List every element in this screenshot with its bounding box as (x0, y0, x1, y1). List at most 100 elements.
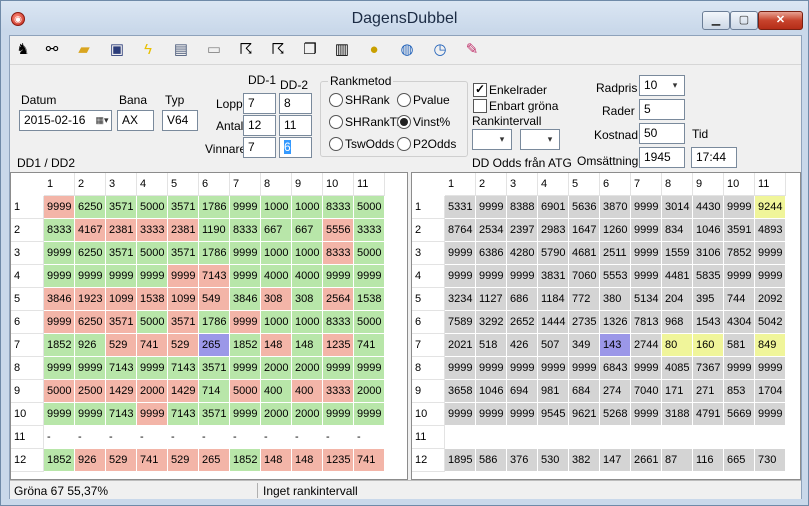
runner2-icon[interactable]: ☈ (268, 40, 288, 60)
minimize-button[interactable]: ▁ (702, 11, 730, 30)
column-header[interactable]: 10 (724, 173, 755, 196)
grid-cell[interactable]: - (354, 426, 385, 449)
grid-cell[interactable]: 2381 (106, 219, 137, 242)
column-header[interactable]: 7 (631, 173, 662, 196)
clock-icon[interactable]: ◷ (430, 40, 450, 60)
grid-cell[interactable]: 926 (75, 449, 106, 472)
grid-cell[interactable]: 9244 (755, 196, 786, 219)
grid-cell[interactable]: 9999 (476, 265, 507, 288)
grid-cell[interactable]: 694 (507, 380, 538, 403)
grid-cell[interactable]: 5636 (569, 196, 600, 219)
grid-cell[interactable]: - (168, 426, 199, 449)
dd1-table[interactable]: 1 2 3 4 5 6 7 8 9 10 11 1 9999 6250 3571 5000 3571 1786 99… (11, 173, 385, 472)
grid-cell[interactable]: 507 (538, 334, 569, 357)
grid-cell[interactable]: 5134 (631, 288, 662, 311)
grid-cell[interactable]: 1099 (106, 288, 137, 311)
grid-cell[interactable]: 5000 (354, 242, 385, 265)
grid-cell[interactable]: 9999 (507, 265, 538, 288)
grid-cell[interactable]: 3658 (445, 380, 476, 403)
lopp-dd1-field[interactable]: 7 (243, 93, 276, 114)
grid-cell[interactable]: 6901 (538, 196, 569, 219)
grid-cell[interactable]: 349 (569, 334, 600, 357)
grid-cell[interactable]: 3292 (476, 311, 507, 334)
grid-cell[interactable]: 5042 (755, 311, 786, 334)
column-header[interactable]: 9 (292, 173, 323, 196)
column-header[interactable]: 8 (261, 173, 292, 196)
radio-p2odds[interactable]: P2Odds (397, 137, 456, 151)
dd1-grid[interactable]: 1 2 3 4 5 6 7 8 9 10 11 1 9999 6250 3571 5000 3571 1786 99… (10, 172, 408, 480)
grid-cell[interactable]: 3571 (168, 196, 199, 219)
calendar-dropdown-icon[interactable]: ▦▾ (95, 113, 109, 128)
grid-cell[interactable]: 1647 (569, 219, 600, 242)
grid-cell[interactable]: 3591 (724, 219, 755, 242)
grid-cell[interactable]: 9999 (230, 242, 261, 265)
grid-cell[interactable]: 9999 (755, 265, 786, 288)
row-header[interactable]: 4 (412, 265, 445, 288)
grid-cell[interactable]: 1000 (261, 311, 292, 334)
save-icon[interactable]: ▣ (107, 40, 127, 60)
open-folder-icon[interactable]: ▰ (74, 40, 94, 60)
grid-cell[interactable]: 2511 (600, 242, 631, 265)
row-header[interactable]: 7 (11, 334, 44, 357)
grid-cell[interactable]: 9999 (538, 357, 569, 380)
grid-cell[interactable]: 1235 (323, 449, 354, 472)
grid-cell[interactable]: 1000 (261, 242, 292, 265)
grid-cell[interactable]: 2000 (292, 357, 323, 380)
grid-cell[interactable]: 9999 (44, 403, 75, 426)
vinnare-dd1-field[interactable]: 7 (243, 137, 276, 158)
grid-cell[interactable]: 5669 (724, 403, 755, 426)
grid-cell[interactable]: 8333 (323, 196, 354, 219)
grid-cell[interactable]: 7143 (199, 265, 230, 288)
column-header[interactable]: 3 (106, 173, 137, 196)
maximize-button[interactable]: ▢ (730, 11, 758, 30)
grid-cell[interactable]: 7040 (631, 380, 662, 403)
grid-cell[interactable]: 9545 (538, 403, 569, 426)
radio-pvalue[interactable]: Pvalue (397, 93, 450, 107)
row-header[interactable]: 12 (412, 449, 445, 472)
grid-cell[interactable]: 9999 (44, 357, 75, 380)
grid-cell[interactable]: 5000 (44, 380, 75, 403)
grid-cell[interactable]: 3571 (199, 357, 230, 380)
column-header[interactable]: 11 (354, 173, 385, 196)
grid-cell[interactable]: 3188 (662, 403, 693, 426)
grid-cell[interactable]: 400 (261, 380, 292, 403)
grid-cell[interactable]: 9999 (106, 265, 137, 288)
grid-cell[interactable]: 3870 (600, 196, 631, 219)
grid-cell[interactable]: 1235 (323, 334, 354, 357)
grid-cell[interactable]: 9999 (631, 403, 662, 426)
grid-cell[interactable] (569, 426, 600, 449)
grid-cell[interactable]: 968 (662, 311, 693, 334)
grid-cell[interactable]: 741 (137, 449, 168, 472)
grid-cell[interactable]: 1704 (755, 380, 786, 403)
grid-cell[interactable]: 5000 (137, 242, 168, 265)
grid-cell[interactable]: 1184 (538, 288, 569, 311)
row-header[interactable]: 10 (11, 403, 44, 426)
lightning-icon[interactable]: ϟ (138, 40, 158, 60)
grid-cell[interactable]: 2000 (354, 380, 385, 403)
grid-cell[interactable] (693, 426, 724, 449)
grid-cell[interactable]: 6250 (75, 242, 106, 265)
radio-tswodds[interactable]: TswOdds (329, 137, 394, 151)
grid-cell[interactable]: - (292, 426, 323, 449)
tid-field[interactable]: 17:44 (691, 147, 737, 168)
row-header[interactable]: 11 (11, 426, 44, 449)
grid-cell[interactable]: 1127 (476, 288, 507, 311)
grid-cell[interactable]: 9999 (755, 357, 786, 380)
grid-cell[interactable]: 9999 (445, 357, 476, 380)
grid-cell[interactable]: 530 (538, 449, 569, 472)
grid-cell[interactable]: 9999 (75, 357, 106, 380)
radpris-select[interactable]: 10 ▾ (639, 75, 685, 96)
grid-cell[interactable]: 2092 (755, 288, 786, 311)
copy-icon[interactable]: ❐ (300, 40, 320, 60)
grid-cell[interactable]: 7367 (693, 357, 724, 380)
grid-cell[interactable]: 395 (693, 288, 724, 311)
grid-cell[interactable]: 3571 (168, 311, 199, 334)
grid-cell[interactable]: 684 (569, 380, 600, 403)
row-header[interactable]: 4 (11, 265, 44, 288)
grid-cell[interactable]: 4481 (662, 265, 693, 288)
grid-cell[interactable]: 1895 (445, 449, 476, 472)
grid-cell[interactable]: 1786 (199, 311, 230, 334)
grid-cell[interactable]: 4085 (662, 357, 693, 380)
grid-cell[interactable]: 4000 (292, 265, 323, 288)
grid-cell[interactable] (662, 426, 693, 449)
